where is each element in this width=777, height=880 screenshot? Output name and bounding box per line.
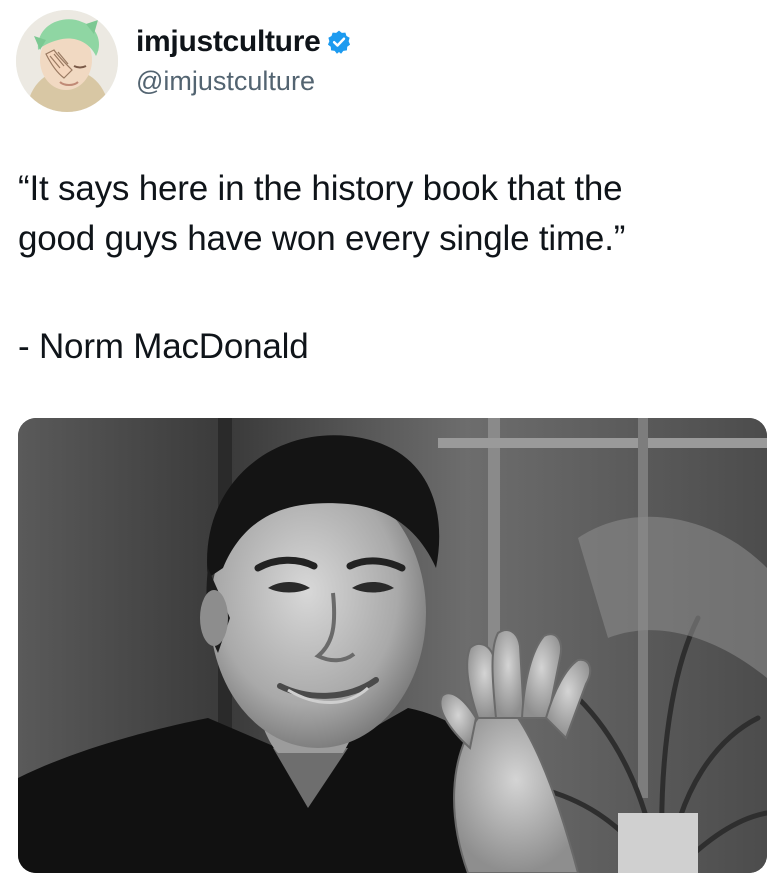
portrait-photo (18, 418, 767, 873)
anime-avatar-icon (16, 10, 118, 112)
user-handle[interactable]: @imjustculture (136, 64, 352, 98)
tweet-header: imjustculture @imjustculture (16, 10, 352, 112)
display-name[interactable]: imjustculture (136, 24, 321, 60)
tweet-quote-text: “It says here in the history book that t… (18, 169, 626, 258)
tweet-photo[interactable] (18, 418, 767, 873)
profile-avatar[interactable] (16, 10, 118, 112)
quote-attribution: - Norm MacDonald (18, 327, 309, 366)
verified-badge-icon (328, 30, 351, 54)
